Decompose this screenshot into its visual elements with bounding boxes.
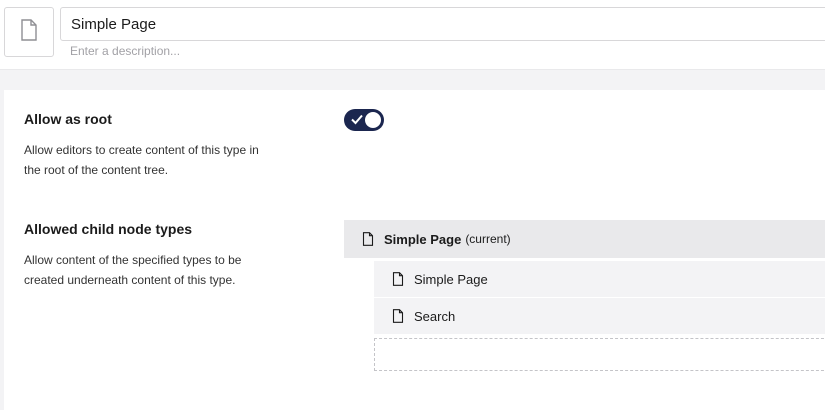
document-icon — [392, 272, 404, 286]
document-icon — [362, 232, 374, 246]
child-node-type-name: Search — [414, 308, 456, 324]
current-node-type-row: Simple Page (current) — [344, 220, 825, 258]
description-field[interactable] — [60, 41, 560, 61]
child-node-type-name: Simple Page — [414, 271, 488, 287]
allow-as-root-toggle[interactable] — [344, 109, 384, 131]
current-node-type-name: Simple Page — [384, 231, 462, 247]
name-value: Simple Page — [71, 15, 157, 33]
allowed-child-node-types-label: Allowed child node types — [24, 221, 193, 237]
allowed-child-node-types-description: Allow content of the specified types to … — [24, 253, 242, 287]
document-icon — [392, 309, 404, 323]
allow-as-root-label: Allow as root — [24, 111, 112, 127]
content-type-header: Simple Page — [0, 0, 825, 70]
current-node-type-suffix: (current) — [465, 232, 511, 246]
name-field[interactable]: Simple Page — [60, 7, 825, 41]
child-node-type-item[interactable]: Search — [374, 298, 825, 334]
allow-as-root-description: Allow editors to create content of this … — [24, 143, 259, 177]
toggle-knob — [365, 112, 381, 128]
add-child-node-type-dropzone[interactable] — [374, 338, 825, 371]
document-icon — [20, 18, 38, 46]
checkmark-icon — [350, 112, 364, 126]
content-type-icon-button[interactable] — [4, 7, 54, 57]
child-node-type-item[interactable]: Simple Page — [374, 261, 825, 297]
